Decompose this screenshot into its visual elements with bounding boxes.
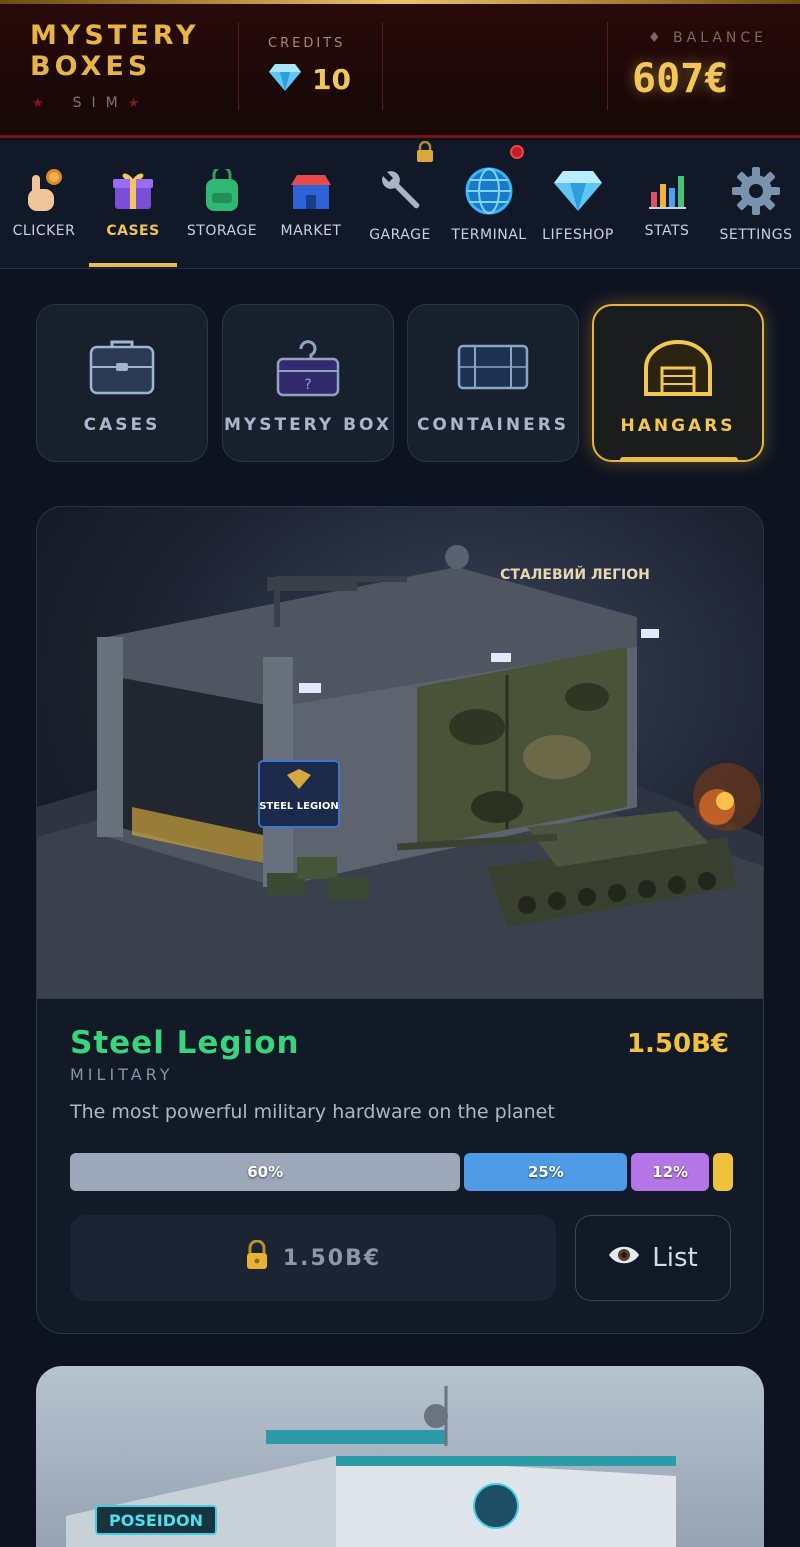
credits-label: CREDITS: [268, 36, 346, 51]
nav-label: STATS: [644, 223, 690, 239]
briefcase-icon: [88, 335, 156, 399]
nav-item-storage[interactable]: STORAGE: [178, 141, 266, 267]
wrench-icon: [372, 163, 428, 219]
nav-label: CASES: [106, 223, 160, 239]
sign-poseidon: POSEIDON: [109, 1511, 203, 1530]
gear-icon: [728, 163, 784, 219]
card-price: 1.50B€: [626, 1029, 729, 1059]
rarity-odds-bar: 60% 25% 12%: [70, 1153, 733, 1191]
main-nav: CLICKER CASES STORAGE MARKET GARAGE TERM…: [0, 140, 800, 269]
nav-item-terminal[interactable]: TERMINAL: [445, 141, 533, 267]
category-tab-mystery-box[interactable]: ? MYSTERY BOX: [222, 304, 394, 462]
logo-sub: SIM: [72, 95, 128, 111]
container-icon: [457, 335, 529, 399]
sign-ukrainian: СТАЛЕВИЙ ЛЕГІОН: [500, 566, 650, 583]
divider: [238, 22, 239, 110]
app-header: MYSTERY BOXES ★ SIM★ CREDITS 10 ♦ BALANC…: [0, 0, 800, 138]
list-button[interactable]: List: [575, 1215, 731, 1301]
card-category: MILITARY: [70, 1065, 174, 1084]
nav-label: STORAGE: [186, 223, 258, 239]
gift-box-icon: [105, 163, 161, 219]
open-button-label: 1.50B€: [282, 1245, 382, 1271]
svg-text:?: ?: [304, 377, 311, 393]
divider: [607, 22, 608, 110]
nav-label: TERMINAL: [451, 227, 527, 243]
nav-label: SETTINGS: [719, 227, 793, 243]
category-label: CASES: [83, 415, 161, 435]
star-icon: ★: [32, 96, 44, 111]
divider: [382, 22, 383, 110]
category-label: HANGARS: [620, 416, 736, 436]
hangar-card: STEEL LEGION СТАЛЕВИЙ ЛЕГІОН Steel Legio…: [36, 506, 764, 1334]
sign-steel-legion: STEEL LEGION: [259, 801, 339, 812]
nav-label: GARAGE: [369, 227, 431, 243]
category-tab-hangars[interactable]: HANGARS: [592, 304, 764, 462]
app-logo: MYSTERY BOXES ★ SIM★: [30, 20, 220, 119]
logo-line2: BOXES: [30, 51, 152, 82]
nav-item-garage[interactable]: GARAGE: [356, 140, 444, 267]
diamond-icon: [550, 163, 606, 219]
odds-segment-legendary: [713, 1153, 733, 1191]
bar-chart-icon: [639, 163, 695, 219]
notification-dot: [510, 145, 524, 159]
nav-item-stats[interactable]: STATS: [623, 141, 711, 267]
credits-display[interactable]: 10: [268, 62, 351, 96]
list-button-label: List: [652, 1243, 698, 1273]
lock-icon: [245, 1239, 269, 1276]
nav-item-market[interactable]: MARKET: [267, 141, 355, 267]
globe-icon: [461, 163, 517, 219]
hangar-image[interactable]: STEEL LEGION СТАЛЕВИЙ ЛЕГІОН: [37, 507, 763, 999]
odds-segment-rare: 25%: [464, 1153, 628, 1191]
hangar-icon: [642, 336, 714, 400]
category-tab-cases[interactable]: CASES: [36, 304, 208, 462]
diamond-icon: [268, 62, 302, 96]
nav-item-lifeshop[interactable]: LIFESHOP: [534, 141, 622, 267]
category-tab-containers[interactable]: CONTAINERS: [407, 304, 579, 462]
nav-item-cases[interactable]: CASES: [89, 141, 177, 267]
pointer-coin-icon: [16, 163, 72, 219]
card-title: Steel Legion: [70, 1025, 300, 1061]
nav-label: LIFESHOP: [542, 227, 614, 243]
nav-label: CLICKER: [12, 223, 76, 239]
credits-value: 10: [312, 62, 351, 96]
nav-item-clicker[interactable]: CLICKER: [0, 141, 88, 267]
open-hangar-button[interactable]: 1.50B€: [70, 1215, 556, 1301]
balance-label: ♦ BALANCE: [648, 30, 767, 46]
balance-value: 607€: [632, 56, 729, 102]
odds-segment-common: 60%: [70, 1153, 461, 1191]
category-label: CONTAINERS: [416, 415, 570, 435]
backpack-icon: [194, 163, 250, 219]
store-icon: [283, 163, 339, 219]
logo-line1: MYSTERY: [30, 20, 200, 51]
nav-item-settings[interactable]: SETTINGS: [712, 141, 800, 267]
nav-label: MARKET: [280, 223, 342, 239]
diamond-small-icon: ♦: [648, 30, 665, 46]
card-description: The most powerful military hardware on t…: [70, 1101, 555, 1123]
category-label: MYSTERY BOX: [224, 415, 392, 435]
hangar-card-poseidon[interactable]: POSEIDON: [36, 1366, 764, 1547]
lock-icon: [416, 140, 434, 167]
odds-segment-epic: 12%: [631, 1153, 710, 1191]
mystery-bag-icon: ?: [275, 335, 341, 399]
star-icon: ★: [127, 96, 140, 111]
eye-icon: [608, 1243, 640, 1273]
